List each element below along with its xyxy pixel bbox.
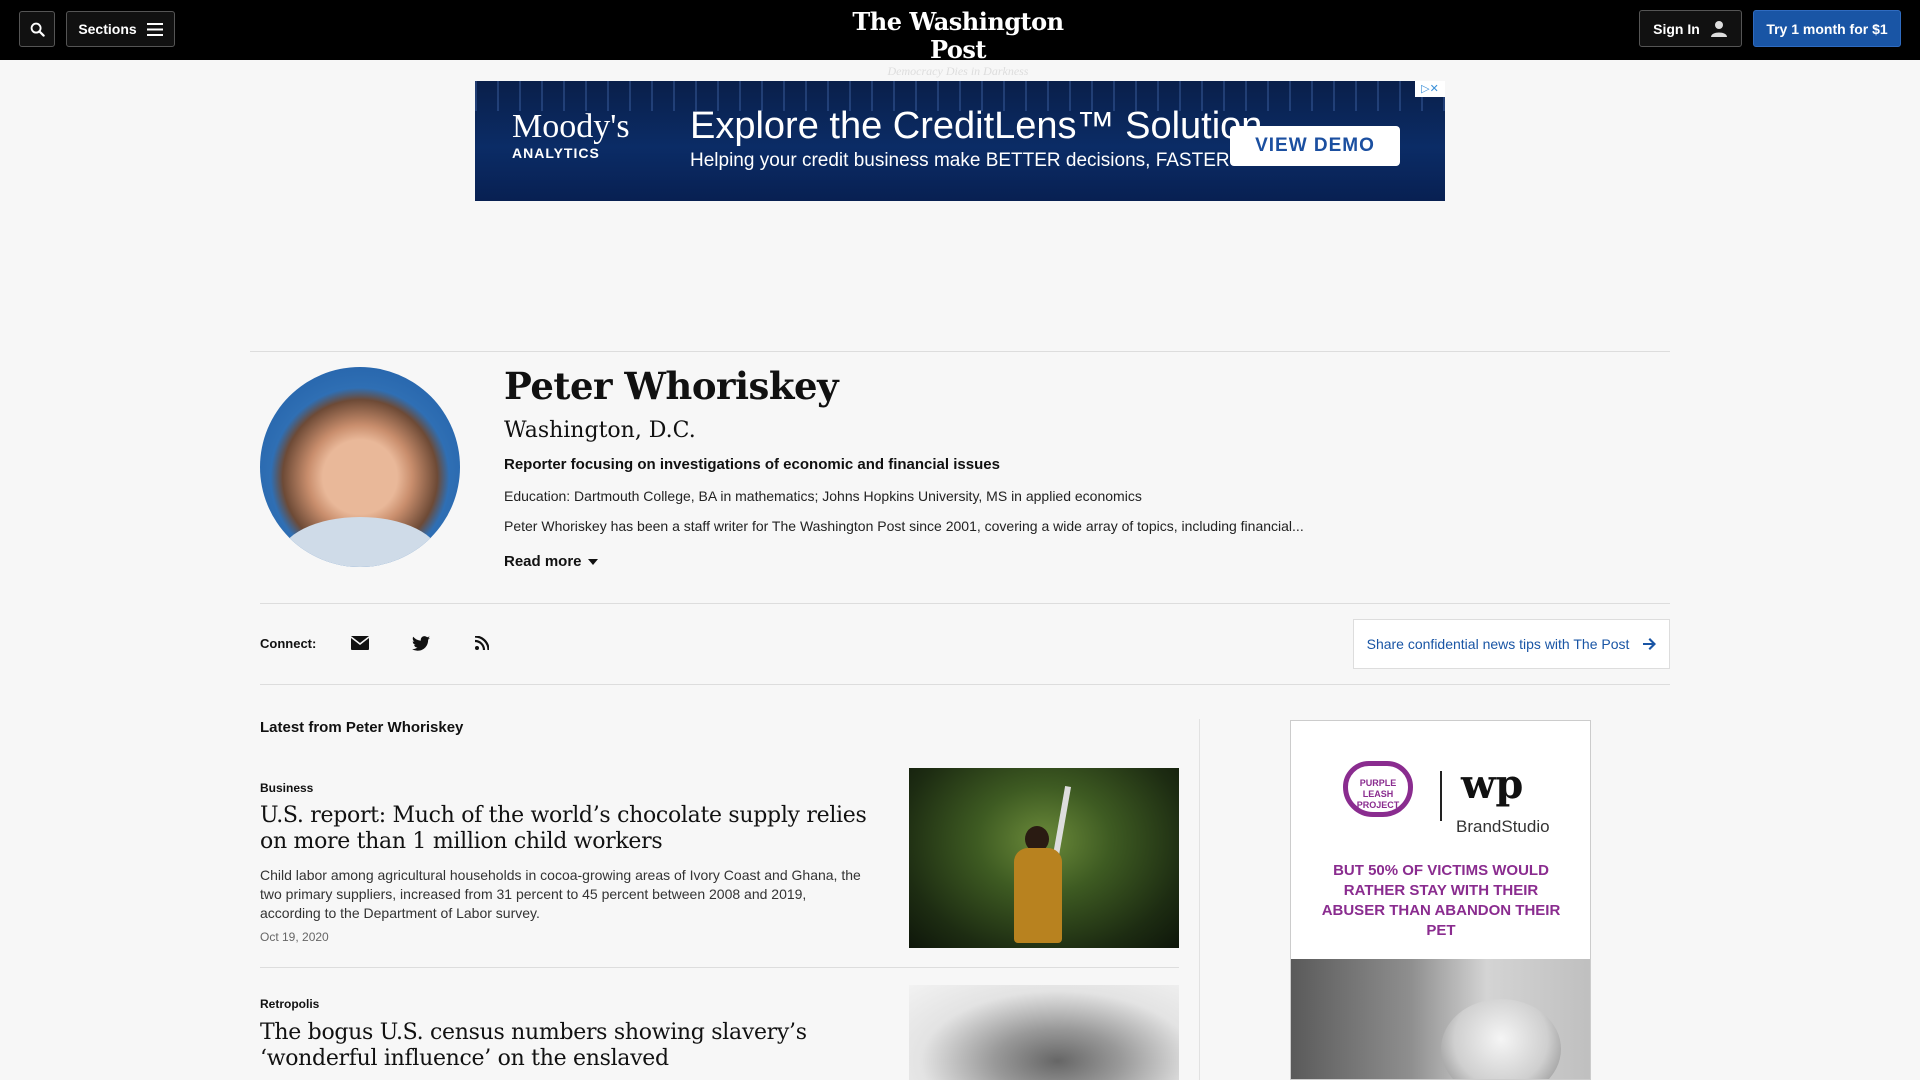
site-tagline: Democracy Dies in Darkness [887, 64, 1029, 78]
column-divider [1199, 719, 1200, 1080]
subscribe-button[interactable]: Try 1 month for $1 [1753, 10, 1901, 47]
ad-choices-icon[interactable]: ▷✕ [1415, 81, 1445, 97]
article-thumbnail[interactable] [909, 985, 1179, 1080]
read-more-button[interactable]: Read more [504, 552, 598, 572]
connect-top-divider [260, 603, 1670, 604]
rss-icon[interactable] [471, 632, 493, 654]
author-name: Peter Whoriskey [504, 364, 839, 408]
ad-logo-separator [1440, 771, 1442, 821]
arrow-right-icon [1643, 638, 1657, 650]
sections-menu-button[interactable]: Sections [66, 11, 175, 47]
author-education: Education: Dartmouth College, BA in math… [504, 488, 1142, 504]
author-bio: Peter Whoriskey has been a staff writer … [504, 518, 1304, 534]
news-tips-button[interactable]: Share confidential news tips with The Po… [1353, 619, 1670, 669]
article-headline[interactable]: U.S. report: Much of the world’s chocola… [260, 803, 870, 855]
latest-section-title: Latest from Peter Whoriskey [260, 719, 464, 736]
sections-label: Sections [78, 21, 137, 37]
news-tips-label: Share confidential news tips with The Po… [1366, 636, 1630, 652]
wp-logo: wp [1461, 761, 1524, 808]
avatar-shirt [280, 517, 440, 567]
user-icon [1710, 20, 1727, 37]
ad-brand-sub: ANALYTICS [512, 145, 600, 161]
article-thumbnail[interactable] [909, 768, 1179, 948]
article-kicker[interactable]: Business [260, 781, 313, 795]
masthead-logo[interactable]: The Washington Post Democracy Dies in Da… [840, 7, 1076, 79]
search-icon [30, 22, 45, 37]
thumbnail-blade [1052, 786, 1072, 856]
ad-photo [1291, 959, 1590, 1079]
connect-bottom-divider [260, 684, 1670, 685]
ad-view-demo-button[interactable]: VIEW DEMO [1230, 126, 1400, 166]
article-divider [260, 967, 1179, 968]
sidebar-ad[interactable]: PURPLE LEASH PROJECT wp BrandStudio BUT … [1290, 720, 1591, 1080]
sign-in-button[interactable]: Sign In [1639, 10, 1742, 47]
ad-headline: Explore the CreditLens™ Solution [690, 105, 1263, 147]
top-ad-banner[interactable]: Moody's ANALYTICS Explore the CreditLens… [475, 81, 1445, 201]
twitter-icon[interactable] [410, 632, 432, 654]
article-headline[interactable]: The bogus U.S. census numbers showing sl… [260, 1020, 870, 1072]
purple-leash-logo: PURPLE LEASH PROJECT [1343, 761, 1413, 817]
author-avatar [260, 367, 460, 567]
email-icon[interactable] [349, 632, 371, 654]
article-blurb: Child labor among agricultural household… [260, 867, 861, 921]
search-button[interactable] [19, 11, 55, 47]
article-kicker[interactable]: Retropolis [260, 997, 319, 1011]
sign-in-label: Sign In [1653, 20, 1700, 37]
ad-subline: Helping your credit business make BETTER… [690, 150, 1230, 171]
hamburger-menu-icon [146, 22, 163, 36]
ad-brand: Moody's [512, 108, 630, 145]
author-role: Reporter focusing on investigations of e… [504, 456, 1000, 473]
read-more-label: Read more [504, 553, 582, 570]
article-date: Oct 19, 2020 [260, 930, 329, 944]
top-navigation: Sections The Washington Post Democracy D… [0, 0, 1920, 78]
ad-photo-dog [1441, 999, 1561, 1079]
ad-message: BUT 50% OF VICTIMS WOULD RATHER STAY WIT… [1321, 862, 1561, 939]
caret-down-icon [587, 559, 598, 565]
thumbnail-person [1014, 848, 1062, 943]
connect-label: Connect: [260, 636, 317, 651]
site-logo: The Washington Post [852, 7, 1064, 64]
brandstudio-label: BrandStudio [1456, 817, 1550, 836]
author-location: Washington, D.C. [504, 418, 696, 443]
section-divider [250, 351, 1670, 352]
